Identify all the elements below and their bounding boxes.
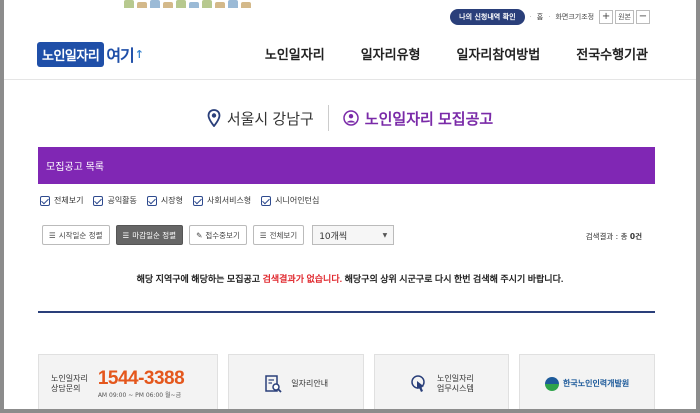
page-size-select[interactable]: 10개씩 ▼ — [312, 225, 395, 245]
call-label-line2: 상담문의 — [51, 383, 81, 393]
empty-message-before: 해당 지역구에 해당하는 모집공고 — [136, 274, 261, 284]
result-count-label: 검색결과 : 총 — [585, 232, 628, 241]
person-circle-icon — [343, 110, 359, 126]
region-notice: 노인일자리 모집공고 — [343, 108, 493, 129]
agency-logo: 한국노인인력개발원 — [545, 376, 630, 391]
touch-icon — [411, 374, 425, 392]
pencil-icon: ✎ — [196, 230, 203, 240]
agency-banner[interactable]: 한국노인인력개발원 — [519, 354, 655, 409]
button-label: 접수중보기 — [205, 230, 240, 240]
screen-size-label: 화면크기조정 — [555, 13, 595, 21]
zoom-reset-button[interactable]: 원본 — [615, 10, 634, 24]
filter-label: 시니어인턴십 — [275, 196, 320, 205]
divider — [38, 311, 655, 313]
page-size-value: 10개씩 — [319, 231, 348, 242]
call-hours: AM 09:00 ~ PM 06:00 월~금 — [97, 392, 182, 399]
nav-item-senior-jobs[interactable]: 노인일자리 — [265, 44, 325, 63]
call-label-line1: 노인일자리 — [51, 373, 88, 383]
checkbox[interactable] — [146, 195, 157, 206]
agency-name: 한국노인인력개발원 — [563, 379, 630, 388]
nav-item-participation[interactable]: 일자리참여방법 — [457, 44, 541, 63]
nav-item-agencies[interactable]: 전국수행기관 — [576, 44, 648, 63]
filter-label: 전체보기 — [54, 196, 84, 205]
bottom-banners: 노인일자리 상담문의 1544-3388 AM 09:00 ~ PM 06:00… — [38, 354, 655, 409]
sort-by-deadline-button[interactable]: ☰ 마감일순 정렬 — [115, 225, 184, 245]
call-center-banner[interactable]: 노인일자리 상담문의 1544-3388 AM 09:00 ~ PM 06:00… — [38, 354, 218, 409]
logo-main-text: 노인일자리 — [37, 41, 105, 67]
filter-market[interactable]: 시장형 — [146, 195, 183, 206]
job-info-banner[interactable]: 일자리안내 — [227, 354, 364, 409]
filter-social-service[interactable]: 사회서비스형 — [193, 195, 251, 206]
checkbox[interactable] — [261, 195, 272, 206]
result-count-value: 0건 — [629, 232, 642, 241]
button-label: 전체보기 — [269, 230, 298, 240]
button-label: 마감일순 정렬 — [132, 230, 177, 240]
zoom-controls: + 원본 − — [599, 10, 650, 24]
type-filters: 전체보기 공익활동 시장형 사회서비스형 시니어인턴십 — [40, 195, 319, 206]
filter-senior-intern[interactable]: 시니어인턴십 — [261, 195, 319, 206]
site-logo[interactable]: 노인일자리 여기 ↑ — [37, 41, 144, 67]
zoom-out-button[interactable]: − — [636, 10, 650, 24]
utility-bar: 나의 신청내역 확인 · 홈 · 화면크기조정 + 원본 − — [450, 9, 650, 25]
agency-emblem-icon — [545, 376, 559, 391]
nav-item-job-types[interactable]: 일자리유형 — [361, 44, 421, 63]
filter-all[interactable]: 전체보기 — [40, 195, 83, 206]
location-pin-icon — [207, 109, 221, 127]
document-search-icon — [265, 374, 282, 393]
page-frame: 나의 신청내역 확인 · 홈 · 화면크기조정 + 원본 − 노인일자리 여기 … — [0, 0, 700, 413]
call-label: 노인일자리 상담문의 — [51, 374, 88, 394]
list-title: 모집공고 목록 — [46, 162, 104, 173]
show-accepting-button[interactable]: ✎ 접수중보기 — [189, 225, 247, 245]
region-location: 서울시 강남구 — [207, 108, 314, 129]
my-applications-button[interactable]: 나의 신청내역 확인 — [450, 9, 525, 25]
logo-mark-icon: ↑ — [134, 47, 144, 61]
work-system-line1: 노인일자리 — [437, 373, 474, 383]
job-info-label: 일자리안내 — [291, 378, 329, 388]
list-title-bar: 모집공고 목록 — [38, 147, 655, 184]
region-location-text: 서울시 강남구 — [226, 110, 314, 128]
checkbox[interactable] — [40, 195, 50, 206]
work-system-label: 노인일자리 업무시스템 — [437, 374, 474, 394]
logo-sub-text: 여기 — [106, 46, 134, 65]
region-header: 서울시 강남구 노인일자리 모집공고 — [4, 103, 696, 133]
list-icon: ☰ — [259, 230, 267, 240]
empty-result-message: 해당 지역구에 해당하는 모집공고 검색결과가 없습니다. 해당구의 상위 시군… — [4, 272, 696, 285]
main-nav: 노인일자리 일자리유형 일자리참여방법 전국수행기관 — [265, 44, 648, 63]
call-info: 1544-3388 AM 09:00 ~ PM 06:00 월~금 — [97, 368, 185, 399]
empty-message-highlight: 검색결과가 없습니다. — [262, 274, 343, 284]
call-number: 1544-3388 — [97, 368, 185, 389]
filter-label: 시장형 — [160, 196, 183, 205]
empty-message-after: 해당구의 상위 시군구로 다시 한번 검색해 주시기 바랍니다. — [344, 274, 564, 284]
show-all-button[interactable]: ☰ 전체보기 — [252, 225, 305, 245]
list-icon: ☰ — [122, 230, 130, 240]
checkbox[interactable] — [193, 195, 203, 206]
separator: · — [548, 13, 551, 21]
checkbox[interactable] — [93, 195, 104, 206]
list-icon: ☰ — [49, 230, 56, 240]
filter-label: 사회서비스형 — [207, 196, 252, 205]
divider — [327, 105, 329, 131]
filter-public-service[interactable]: 공익활동 — [93, 195, 137, 206]
button-label: 시작일순 정렬 — [58, 230, 103, 240]
work-system-banner[interactable]: 노인일자리 업무시스템 — [373, 354, 510, 409]
filter-label: 공익활동 — [107, 196, 137, 205]
sort-by-start-button[interactable]: ☰ 시작일순 정렬 — [42, 225, 110, 245]
zoom-in-button[interactable]: + — [599, 10, 614, 24]
chevron-down-icon: ▼ — [382, 231, 388, 239]
region-notice-text: 노인일자리 모집공고 — [364, 110, 494, 128]
home-link[interactable]: 홈 — [537, 12, 543, 22]
decorative-town-strip — [124, 0, 264, 8]
work-system-line2: 업무시스템 — [437, 383, 474, 393]
list-toolbar: ☰ 시작일순 정렬 ☰ 마감일순 정렬 ✎ 접수중보기 ☰ 전체보기 10개씩 … — [42, 225, 395, 245]
site-header: 노인일자리 여기 ↑ 노인일자리 일자리유형 일자리참여방법 전국수행기관 — [4, 30, 696, 80]
separator: · — [529, 13, 532, 21]
result-count: 검색결과 : 총 0건 — [586, 231, 642, 242]
